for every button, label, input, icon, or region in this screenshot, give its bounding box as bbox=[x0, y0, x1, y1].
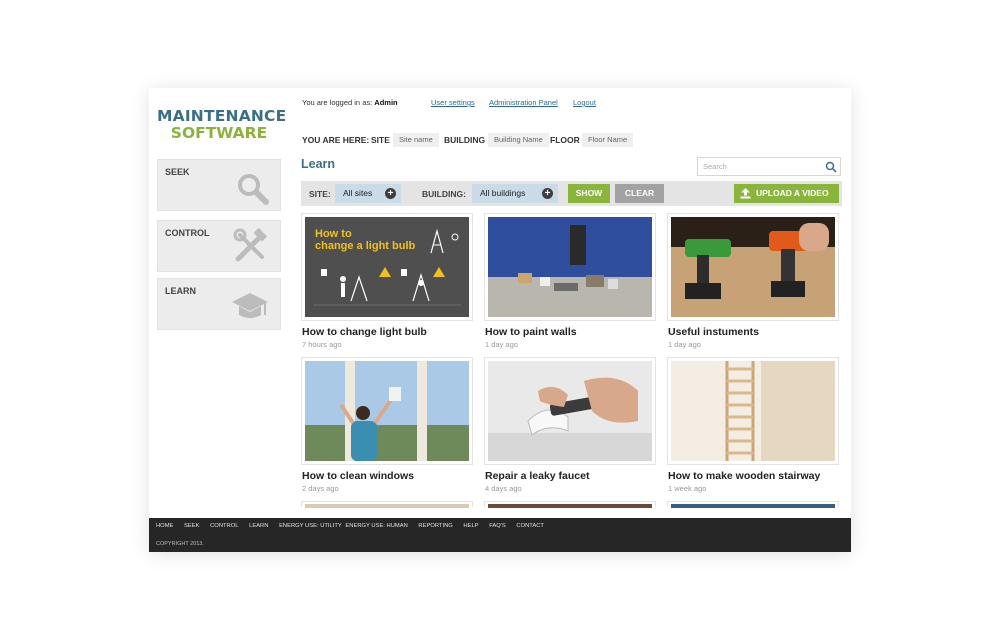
leaky-faucet-thumbnail bbox=[488, 361, 652, 461]
video-title[interactable]: How to make wooden stairway bbox=[668, 470, 820, 482]
video-thumbnail[interactable] bbox=[484, 357, 656, 465]
power-tools-thumbnail bbox=[671, 217, 835, 317]
site-select-value: All sites bbox=[343, 188, 373, 198]
paint-walls-thumbnail bbox=[488, 217, 652, 317]
video-thumbnail[interactable] bbox=[484, 213, 656, 321]
nav-seek-label: SEEK bbox=[165, 167, 190, 177]
nav-seek[interactable]: SEEK bbox=[157, 159, 281, 211]
breadcrumb-site[interactable]: Site name bbox=[393, 133, 439, 147]
footer-nav: HOME SEEK CONTROL LEARN ENERGY USE: UTIL… bbox=[156, 523, 553, 529]
breadcrumb-floor[interactable]: Floor Name bbox=[582, 133, 634, 147]
user-settings-link[interactable]: User settings bbox=[431, 98, 475, 107]
clear-button[interactable]: CLEAR bbox=[615, 184, 664, 203]
search-placeholder: Search bbox=[703, 162, 727, 171]
video-age: 1 week ago bbox=[668, 484, 707, 493]
svg-text:change a light bulb: change a light bulb bbox=[315, 240, 416, 252]
footer-link-energy-human[interactable]: ENERGY USE: HUMAN bbox=[345, 523, 407, 529]
footer-link-reporting[interactable]: REPORTING bbox=[418, 523, 452, 529]
video-card-peek[interactable] bbox=[301, 501, 473, 508]
breadcrumb-label: YOU ARE HERE: bbox=[302, 135, 370, 145]
video-title[interactable]: Repair a leaky faucet bbox=[485, 470, 589, 482]
show-button[interactable]: SHOW bbox=[568, 184, 610, 203]
video-thumbnail[interactable]: How to change a light bulb bbox=[301, 213, 473, 321]
logo-line-2: SOFTWARE bbox=[170, 124, 268, 142]
video-card-peek[interactable] bbox=[484, 501, 656, 508]
logout-link[interactable]: Logout bbox=[573, 98, 596, 107]
video-title[interactable]: Useful instuments bbox=[668, 326, 759, 338]
footer-link-learn[interactable]: LEARN bbox=[249, 523, 268, 529]
nav-learn[interactable]: LEARN bbox=[157, 278, 281, 330]
video-thumbnail[interactable] bbox=[667, 357, 839, 465]
nav-learn-label: LEARN bbox=[165, 286, 196, 296]
wooden-stairway-thumbnail bbox=[671, 361, 835, 461]
footer-link-help[interactable]: HELP bbox=[463, 523, 478, 529]
footer-link-contact[interactable]: CONTACT bbox=[516, 523, 544, 529]
breadcrumb-floor-key: FLOOR bbox=[550, 135, 580, 145]
nav-control[interactable]: CONTROL bbox=[157, 220, 281, 272]
admin-panel-link[interactable]: Administration Panel bbox=[489, 98, 558, 107]
video-age: 7 hours ago bbox=[302, 340, 342, 349]
logo-line-1: MAINTENANCE bbox=[157, 107, 287, 125]
video-age: 1 day ago bbox=[668, 340, 701, 349]
search-input[interactable]: Search bbox=[697, 157, 841, 176]
login-status: You are logged in as: Admin bbox=[302, 98, 398, 107]
site-select[interactable]: All sites + bbox=[335, 184, 401, 203]
filter-bar: SITE: All sites + BUILDING: All building… bbox=[301, 181, 842, 206]
video-thumbnail[interactable] bbox=[667, 213, 839, 321]
breadcrumb-building[interactable]: Building Name bbox=[488, 133, 549, 147]
light-bulb-infographic-thumbnail: How to change a light bulb bbox=[305, 217, 469, 317]
graduation-cap-icon bbox=[232, 293, 268, 318]
clean-windows-thumbnail bbox=[305, 361, 469, 461]
building-filter-label: BUILDING: bbox=[422, 189, 466, 199]
video-title[interactable]: How to paint walls bbox=[485, 326, 577, 338]
search-icon[interactable] bbox=[825, 161, 837, 173]
video-title[interactable]: How to clean windows bbox=[302, 470, 414, 482]
page-title: Learn bbox=[301, 157, 336, 171]
video-title[interactable]: How to change light bulb bbox=[302, 326, 427, 338]
login-prefix: You are logged in as: bbox=[302, 98, 373, 107]
breadcrumb-site-key: SITE bbox=[371, 135, 390, 145]
footer-link-faqs[interactable]: FAQ'S bbox=[489, 523, 506, 529]
svg-text:How to: How to bbox=[315, 228, 352, 240]
footer-link-control[interactable]: CONTROL bbox=[210, 523, 238, 529]
copyright: COPYRIGHT 2013. bbox=[156, 541, 204, 547]
nav-control-label: CONTROL bbox=[165, 228, 210, 238]
login-user: Admin bbox=[374, 98, 398, 107]
footer-link-home[interactable]: HOME bbox=[156, 523, 173, 529]
footer-link-energy-utility[interactable]: ENERGY USE: UTILITY bbox=[279, 523, 342, 529]
plus-icon: + bbox=[385, 188, 396, 199]
video-age: 1 day ago bbox=[485, 340, 518, 349]
breadcrumb-building-key: BUILDING bbox=[444, 135, 486, 145]
building-select-value: All buildings bbox=[480, 188, 526, 198]
upload-video-button[interactable]: UPLOAD A VIDEO bbox=[734, 184, 839, 203]
video-card-peek[interactable] bbox=[667, 501, 839, 508]
video-age: 2 days ago bbox=[302, 484, 339, 493]
video-age: 4 days ago bbox=[485, 484, 522, 493]
upload-icon bbox=[740, 188, 751, 199]
upload-video-label: UPLOAD A VIDEO bbox=[756, 188, 829, 198]
video-thumbnail[interactable] bbox=[301, 357, 473, 465]
footer: HOME SEEK CONTROL LEARN ENERGY USE: UTIL… bbox=[149, 518, 851, 552]
building-select[interactable]: All buildings + bbox=[472, 184, 558, 203]
logo[interactable]: MAINTENANCE SOFTWARE bbox=[157, 107, 287, 142]
footer-link-seek[interactable]: SEEK bbox=[184, 523, 199, 529]
site-filter-label: SITE: bbox=[309, 189, 331, 199]
magnifier-icon bbox=[238, 174, 269, 205]
plus-icon: + bbox=[542, 188, 553, 199]
app-window: MAINTENANCE SOFTWARE SEEK CONTROL LEARN … bbox=[149, 88, 851, 552]
tools-icon bbox=[233, 227, 268, 262]
